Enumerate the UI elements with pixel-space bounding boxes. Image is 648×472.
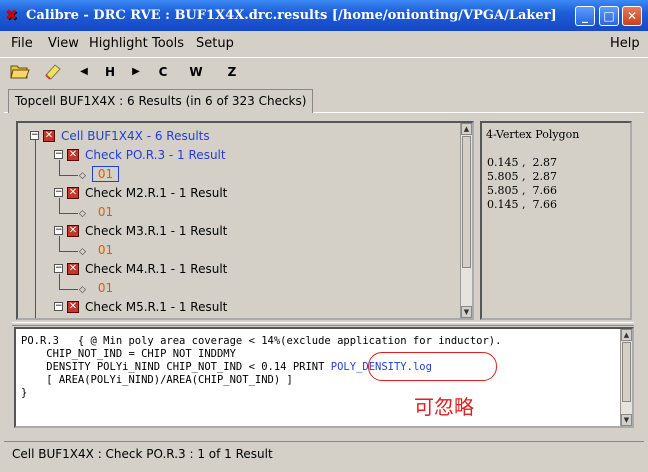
menu-file[interactable]: File — [11, 36, 33, 51]
rule-line: [ AREA(POLYi_NIND)/AREA(CHIP_NOT_IND) ] — [21, 374, 293, 386]
error-mark-icon: ✕ — [67, 186, 79, 199]
status-bar: Cell BUF1X4X : Check PO.R.3 : 1 of 1 Res… — [4, 441, 644, 465]
tree-connector — [59, 160, 60, 176]
result-id: 01 — [97, 205, 114, 219]
menu-setup[interactable]: Setup — [196, 36, 234, 51]
collapse-icon[interactable]: − — [54, 264, 63, 273]
rule-text-panel[interactable]: PO.R.3 { @ Min poly area coverage < 14%(… — [14, 327, 634, 428]
vertex-coord: 5.805 , 2.87 — [487, 170, 557, 183]
tree-result[interactable]: ◇ 01 — [79, 281, 113, 295]
menu-view[interactable]: View — [48, 36, 79, 51]
rule-line: PO.R.3 { @ Min poly area coverage < 14%(… — [21, 335, 502, 347]
rule-line: } — [21, 387, 28, 399]
error-mark-icon: ✕ — [67, 148, 79, 161]
tree-result[interactable]: ◇ 01 — [79, 166, 120, 182]
tree-connector — [60, 289, 78, 290]
tree-connector — [60, 251, 78, 252]
tree-result[interactable]: ◇ 01 — [79, 243, 113, 257]
rule-line: CHIP_NOT_IND = CHIP NOT INDDMY — [21, 348, 236, 360]
tab-topcell[interactable]: Topcell BUF1X4X : 6 Results (in 6 of 323… — [8, 89, 314, 113]
diamond-icon: ◇ — [79, 285, 86, 295]
scroll-up-icon[interactable]: ▲ — [621, 329, 632, 341]
minimize-button[interactable]: _ — [575, 6, 595, 26]
check-label: Check M2.R.1 - 1 Result — [85, 185, 228, 200]
z-button[interactable]: Z — [220, 62, 244, 82]
menu-help[interactable]: Help — [610, 36, 640, 51]
collapse-icon[interactable]: − — [54, 150, 63, 159]
diamond-icon: ◇ — [79, 247, 86, 257]
diamond-icon: ◇ — [79, 171, 86, 181]
tree-root-label: Cell BUF1X4X - 6 Results — [61, 128, 210, 143]
check-label: Check PO.R.3 - 1 Result — [85, 147, 226, 162]
scroll-thumb[interactable] — [622, 342, 631, 402]
h-button[interactable]: H — [98, 62, 122, 82]
tree-connector — [59, 236, 60, 252]
tree-connector — [60, 175, 78, 176]
result-id: 01 — [91, 166, 120, 182]
geometry-info-panel: 4-Vertex Polygon 0.145 , 2.87 5.805 , 2.… — [480, 121, 632, 320]
tree-check-m3r1[interactable]: − ✕ Check M3.R.1 - 1 Result — [54, 223, 227, 238]
tree-root[interactable]: − ✕ Cell BUF1X4X - 6 Results — [30, 128, 210, 143]
vertex-coord: 5.805 , 7.66 — [487, 184, 557, 197]
error-mark-icon: ✕ — [67, 262, 79, 275]
vertex-coord: 0.145 , 2.87 — [487, 156, 557, 169]
scroll-down-icon[interactable]: ▼ — [621, 414, 632, 426]
code-scrollbar[interactable]: ▲ ▼ — [620, 329, 632, 426]
title-bar: ✖ Calibre - DRC RVE : BUF1X4X.drc.result… — [0, 0, 648, 31]
check-label: Check M5.R.1 - 1 Result — [85, 299, 228, 314]
c-button[interactable]: C — [151, 62, 175, 82]
scroll-up-icon[interactable]: ▲ — [461, 123, 472, 135]
result-id: 01 — [97, 281, 114, 295]
scroll-thumb[interactable] — [462, 136, 471, 268]
collapse-icon[interactable]: − — [54, 188, 63, 197]
tree-check-m2r1[interactable]: − ✕ Check M2.R.1 - 1 Result — [54, 185, 227, 200]
check-label: Check M4.R.1 - 1 Result — [85, 261, 228, 276]
folder-open-icon[interactable] — [8, 62, 32, 82]
rule-line-text: DENSITY POLYi_NIND CHIP_NOT_IND < 0.14 P… — [21, 361, 331, 373]
diamond-icon: ◇ — [79, 209, 86, 219]
window-title: Calibre - DRC RVE : BUF1X4X.drc.results … — [26, 8, 557, 23]
menu-highlight[interactable]: Highlight — [89, 36, 148, 51]
error-mark-icon: ✕ — [43, 129, 55, 142]
close-button[interactable]: ✕ — [622, 6, 642, 26]
maximize-button[interactable]: □ — [599, 6, 619, 26]
pane-splitter[interactable] — [12, 322, 634, 326]
tree-check-por3[interactable]: − ✕ Check PO.R.3 - 1 Result — [54, 147, 226, 162]
calibre-x-icon: ✖ — [5, 6, 18, 24]
next-button[interactable]: ▶ — [124, 62, 148, 82]
scroll-down-icon[interactable]: ▼ — [461, 306, 472, 318]
result-id: 01 — [97, 243, 114, 257]
collapse-icon[interactable]: − — [30, 131, 39, 140]
menu-bar: File View Highlight Tools Setup Help — [0, 31, 648, 56]
error-mark-icon: ✕ — [67, 300, 79, 313]
tree-result[interactable]: ◇ 01 — [79, 205, 113, 219]
collapse-icon[interactable]: − — [54, 226, 63, 235]
tree-check-m4r1[interactable]: − ✕ Check M4.R.1 - 1 Result — [54, 261, 227, 276]
tree-connector — [59, 274, 60, 290]
tree-check-m5r1[interactable]: − ✕ Check M5.R.1 - 1 Result — [54, 299, 227, 314]
results-tree[interactable]: − ✕ Cell BUF1X4X - 6 Results − ✕ Check PO.R.… — [16, 121, 474, 320]
menu-tools[interactable]: Tools — [152, 36, 184, 51]
prev-button[interactable]: ◀ — [72, 62, 96, 82]
ignore-annotation: 可忽略 — [414, 395, 474, 419]
tree-connector — [60, 213, 78, 214]
collapse-icon[interactable]: − — [54, 302, 63, 311]
tree-connector — [35, 140, 36, 318]
error-mark-icon: ✕ — [67, 224, 79, 237]
check-label: Check M3.R.1 - 1 Result — [85, 223, 228, 238]
eraser-icon[interactable] — [41, 62, 65, 82]
vertex-coord: 0.145 , 7.66 — [487, 198, 557, 211]
tree-scrollbar[interactable]: ▲ ▼ — [460, 123, 472, 318]
tree-connector — [59, 198, 60, 214]
polygon-type: 4-Vertex Polygon — [486, 128, 580, 141]
highlight-circle — [368, 352, 497, 381]
w-button[interactable]: W — [184, 62, 208, 82]
toolbar: ◀ H ▶ C W Z — [0, 57, 648, 85]
